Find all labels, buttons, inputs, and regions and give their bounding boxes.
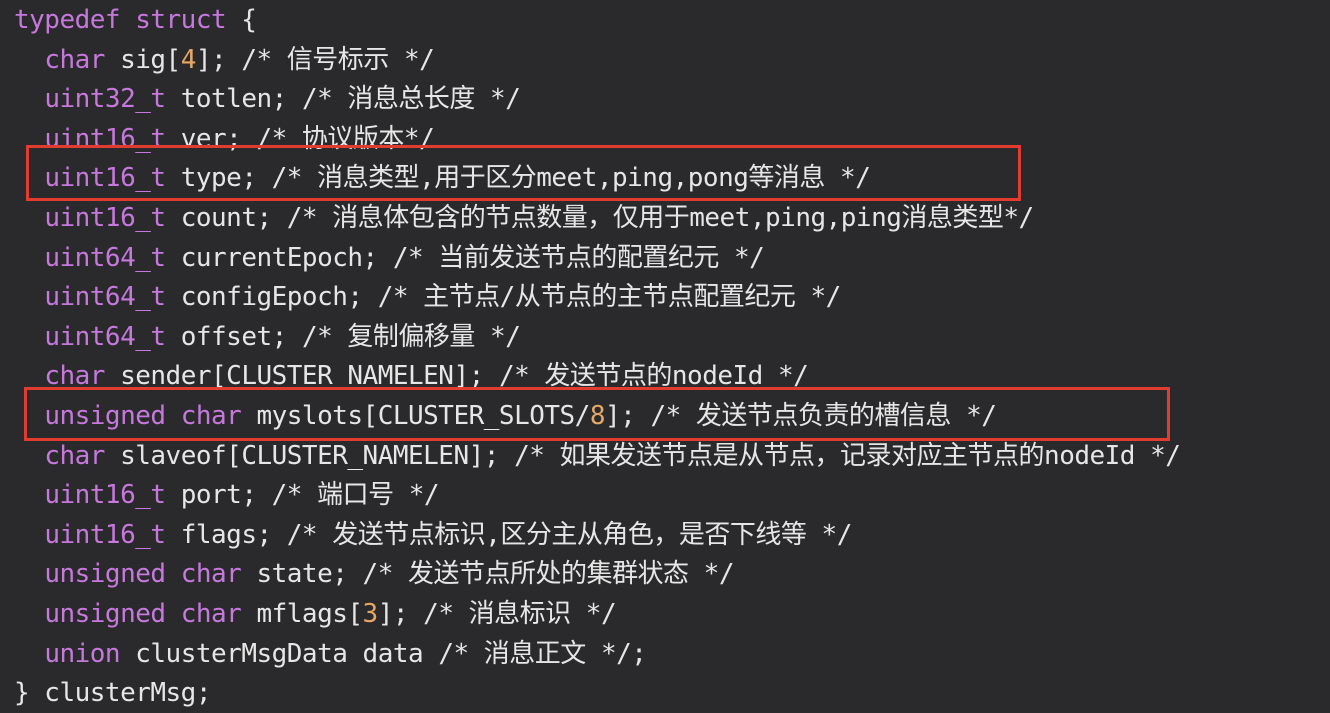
code-keyword: uint64_t bbox=[44, 242, 166, 273]
code-keyword: uint16_t bbox=[44, 163, 166, 194]
code-text: currentEpoch; bbox=[165, 242, 393, 273]
code-comment: /* 如果发送节点是从节点，记录对应主节点的nodeId */ bbox=[514, 440, 1181, 471]
code-line: uint64_t currentEpoch; /* 当前发送节点的配置纪元 */ bbox=[14, 238, 764, 278]
code-text: count; bbox=[165, 203, 287, 233]
code-keyword: unsigned char bbox=[44, 559, 242, 590]
code-comment: /* 消息体包含的节点数量，仅用于meet,ping,ping消息类型*/ bbox=[286, 203, 1034, 233]
code-keyword: union bbox=[44, 638, 121, 669]
code-line: char slaveof[CLUSTER_NAMELEN]; /* 如果发送节点… bbox=[14, 436, 1181, 476]
code-line: uint16_t count; /* 消息体包含的节点数量，仅用于meet,pi… bbox=[14, 198, 1034, 238]
code-line: unsigned char mflags[3]; /* 消息标识 */ bbox=[14, 594, 616, 634]
code-keyword: unsigned char bbox=[44, 599, 242, 629]
code-keyword: unsigned char bbox=[44, 401, 242, 431]
code-number: 4 bbox=[180, 44, 197, 75]
code-comment: /* 复制偏移量 */ bbox=[301, 321, 521, 352]
code-keyword: uint16_t bbox=[44, 123, 166, 154]
code-comment: /* 发送节点所处的集群状态 */ bbox=[362, 559, 735, 590]
code-text: state; bbox=[241, 559, 363, 590]
code-line: uint16_t type; /* 消息类型,用于区分meet,ping,pon… bbox=[14, 158, 871, 198]
code-keyword: char bbox=[44, 361, 105, 392]
code-line: uint16_t port; /* 端口号 */ bbox=[14, 475, 439, 515]
code-comment: /* 协议版本*/ bbox=[256, 123, 435, 154]
code-line: unsigned char state; /* 发送节点所处的集群状态 */ bbox=[14, 554, 734, 594]
code-editor: typedef struct { char sig[4]; /* 信号标示 */… bbox=[0, 0, 1330, 712]
code-comment: /* 消息类型,用于区分meet,ping,pong等消息 */ bbox=[271, 163, 871, 194]
code-keyword: char bbox=[44, 440, 105, 471]
code-keyword: char bbox=[44, 44, 105, 75]
code-text: { bbox=[226, 5, 257, 35]
code-comment: /* 消息总长度 */ bbox=[301, 84, 521, 115]
code-line: uint16_t flags; /* 发送节点标识,区分主从角色，是否下线等 *… bbox=[14, 515, 852, 555]
code-text: port; bbox=[165, 480, 272, 511]
code-comment: /* 发送节点标识,区分主从角色，是否下线等 */ bbox=[286, 519, 853, 550]
code-text: } clusterMsg; bbox=[14, 678, 212, 709]
code-text: slaveof[CLUSTER_NAMELEN]; bbox=[104, 440, 515, 471]
code-keyword: uint64_t bbox=[44, 321, 166, 352]
code-text: clusterMsgData data bbox=[120, 638, 439, 669]
code-line: uint64_t configEpoch; /* 主节点/从节点的主节点配置纪元… bbox=[14, 277, 841, 317]
code-line: unsigned char myslots[CLUSTER_SLOTS/8]; … bbox=[14, 396, 997, 436]
code-text: sender[CLUSTER_NAMELEN]; bbox=[104, 361, 499, 392]
code-line: typedef struct { bbox=[14, 0, 257, 40]
code-line: } clusterMsg; bbox=[14, 673, 212, 713]
code-text: mflags[ bbox=[241, 599, 363, 629]
code-line: char sig[4]; /* 信号标示 */ bbox=[14, 40, 434, 80]
code-comment: /* 消息标识 */ bbox=[423, 599, 617, 629]
code-line: union clusterMsgData data /* 消息正文 */; bbox=[14, 634, 647, 674]
code-comment: /* 端口号 */ bbox=[271, 480, 440, 511]
code-comment: /* 消息正文 */; bbox=[438, 638, 647, 669]
code-text: totlen; bbox=[165, 84, 302, 115]
code-text: ver; bbox=[165, 123, 257, 154]
code-text: type; bbox=[165, 163, 272, 194]
code-comment: /* 当前发送节点的配置纪元 */ bbox=[392, 242, 765, 273]
code-text: ]; bbox=[605, 401, 651, 431]
code-text: configEpoch; bbox=[165, 282, 378, 313]
code-text: ]; bbox=[195, 44, 242, 75]
code-keyword: typedef struct bbox=[14, 5, 227, 35]
code-line: uint16_t ver; /* 协议版本*/ bbox=[14, 119, 434, 159]
code-keyword: uint16_t bbox=[44, 480, 166, 511]
code-text: offset; bbox=[165, 321, 302, 352]
code-keyword: uint16_t bbox=[44, 519, 166, 550]
code-line: char sender[CLUSTER_NAMELEN]; /* 发送节点的no… bbox=[14, 356, 808, 396]
code-comment: /* 发送节点负责的槽信息 */ bbox=[650, 401, 997, 431]
code-comment: /* 主节点/从节点的主节点配置纪元 */ bbox=[377, 282, 842, 313]
code-line: uint32_t totlen; /* 消息总长度 */ bbox=[14, 79, 521, 119]
code-text: ]; bbox=[377, 599, 424, 629]
code-keyword: uint64_t bbox=[44, 282, 166, 313]
code-number: 8 bbox=[589, 401, 606, 431]
code-text: flags; bbox=[165, 519, 287, 550]
code-comment: /* 发送节点的nodeId */ bbox=[498, 361, 809, 392]
code-keyword: uint32_t bbox=[44, 84, 166, 115]
code-line: uint64_t offset; /* 复制偏移量 */ bbox=[14, 317, 521, 357]
code-keyword: uint16_t bbox=[44, 203, 166, 233]
code-text: sig[ bbox=[104, 44, 181, 75]
code-comment: /* 信号标示 */ bbox=[241, 44, 435, 75]
code-text: myslots[CLUSTER_SLOTS/ bbox=[241, 401, 590, 431]
code-number: 3 bbox=[362, 599, 379, 629]
